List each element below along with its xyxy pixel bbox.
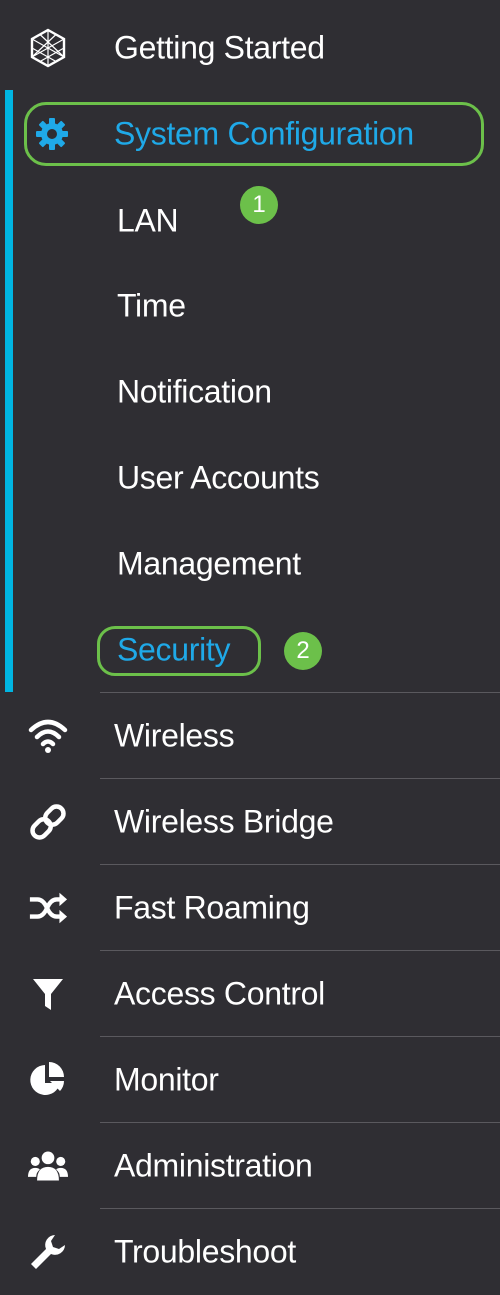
step-badge-2: 2 [284, 632, 322, 670]
nav-label: Troubleshoot [114, 1233, 296, 1270]
nav-item-fast-roaming[interactable]: Fast Roaming [0, 865, 500, 951]
highlight-ring-security [97, 626, 261, 676]
subnav-label: Management [117, 545, 301, 582]
wifi-icon [28, 716, 68, 756]
subnav-item-user-accounts[interactable]: User Accounts [0, 435, 500, 521]
subnav-label: LAN [117, 202, 179, 239]
nav-label: Administration [114, 1147, 313, 1184]
sidebar-nav: Getting Started System Configuration 1 L… [0, 0, 500, 1285]
nav-item-wireless[interactable]: Wireless [0, 693, 500, 779]
wrench-icon [28, 1232, 68, 1272]
link-icon [28, 802, 68, 842]
filter-icon [28, 974, 68, 1014]
subnav-label: User Accounts [117, 459, 320, 496]
nav-item-administration[interactable]: Administration [0, 1123, 500, 1209]
pie-chart-icon [28, 1060, 68, 1100]
nav-label: Fast Roaming [114, 889, 310, 926]
users-icon [28, 1146, 68, 1186]
nav-item-access-control[interactable]: Access Control [0, 951, 500, 1037]
subnav-item-notification[interactable]: Notification [0, 349, 500, 435]
highlight-ring-system-configuration [24, 102, 484, 166]
nav-label: Getting Started [114, 29, 325, 66]
nav-label: Wireless Bridge [114, 803, 334, 840]
nav-label: Monitor [114, 1061, 219, 1098]
nav-item-wireless-bridge[interactable]: Wireless Bridge [0, 779, 500, 865]
hexagon-mesh-icon [28, 28, 68, 68]
subnav-item-lan[interactable]: LAN [0, 178, 500, 264]
nav-label: Access Control [114, 975, 325, 1012]
nav-label: Wireless [114, 717, 235, 754]
shuffle-icon [28, 888, 68, 928]
nav-item-monitor[interactable]: Monitor [0, 1037, 500, 1123]
subnav-item-time[interactable]: Time [0, 263, 500, 349]
subnav-item-management[interactable]: Management [0, 521, 500, 607]
subnav-label: Time [117, 287, 186, 324]
subnav-label: Notification [117, 373, 272, 410]
nav-item-getting-started[interactable]: Getting Started [0, 5, 500, 91]
nav-item-troubleshoot[interactable]: Troubleshoot [0, 1209, 500, 1295]
